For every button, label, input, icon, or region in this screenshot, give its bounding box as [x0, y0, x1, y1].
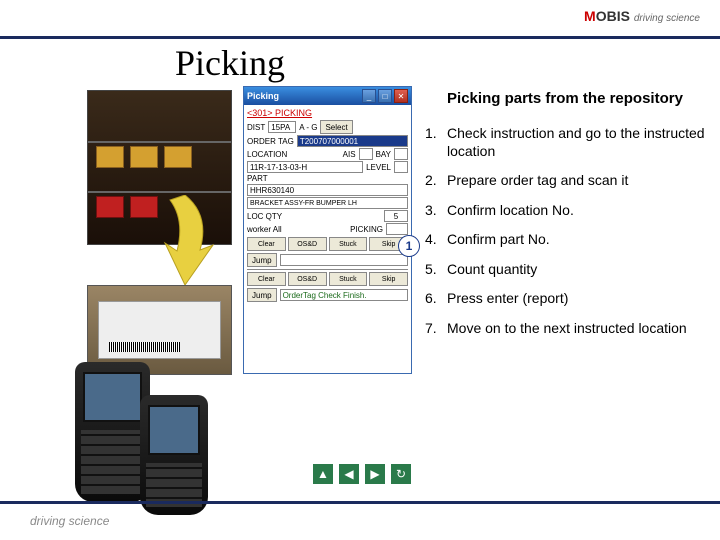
arrow-down-graphic [155, 195, 215, 285]
order-label: ORDER TAG [247, 137, 294, 146]
list-item: 7.Move on to the next instructed locatio… [425, 320, 705, 338]
reload-icon[interactable]: ↻ [391, 464, 411, 484]
list-item: 4.Confirm part No. [425, 231, 705, 249]
qty-label: LOC QTY [247, 212, 282, 221]
close-icon[interactable]: ✕ [394, 89, 408, 103]
part-name-field: BRACKET ASSY-FR BUMPER LH [247, 197, 408, 209]
dist-field[interactable]: 15PA [268, 121, 296, 133]
window-title: Picking [247, 91, 360, 101]
location-label: LOCATION [247, 150, 287, 159]
stuck-button-2[interactable]: Stuck [329, 272, 368, 286]
callout-bubble: 1 [398, 235, 420, 257]
qty-field[interactable]: 5 [384, 210, 408, 222]
list-item: 3.Confirm location No. [425, 202, 705, 220]
worker-label: worker All [247, 225, 282, 234]
dist-label: DIST [247, 123, 265, 132]
jump-button-2[interactable]: Jump [247, 288, 277, 302]
brand-logo: MMOBISOBIS driving science [584, 8, 700, 24]
maximize-icon[interactable]: □ [378, 89, 392, 103]
part-no-field[interactable]: HHR630140 [247, 184, 408, 196]
handheld-scanner-image [75, 362, 150, 502]
header-rule [0, 36, 720, 39]
jump-button[interactable]: Jump [247, 253, 277, 267]
part-label: PART [247, 174, 268, 183]
window-titlebar: Picking _ □ ✕ [244, 87, 411, 105]
select-button[interactable]: Select [320, 120, 352, 134]
osd-button[interactable]: OS&D [288, 237, 327, 251]
step-list: 1.Check instruction and go to the instru… [425, 125, 705, 337]
subtitle: Picking parts from the repository [425, 90, 705, 107]
footer-rule [0, 501, 720, 504]
picking-field[interactable] [386, 223, 408, 235]
ais-field[interactable] [359, 148, 373, 160]
osd-button-2[interactable]: OS&D [288, 272, 327, 286]
clear-button[interactable]: Clear [247, 237, 286, 251]
left-icon[interactable]: ◀ [339, 464, 359, 484]
list-item: 5.Count quantity [425, 261, 705, 279]
app-header: <301> PICKING [247, 107, 408, 119]
right-icon[interactable]: ▶ [365, 464, 385, 484]
location-field[interactable]: 11R-17-13-03-H [247, 161, 363, 173]
skip-button-2[interactable]: Skip [369, 272, 408, 286]
status-field: OrderTag Check Finish. [280, 289, 408, 301]
list-item: 2.Prepare order tag and scan it [425, 172, 705, 190]
order-tag-field[interactable]: T200707000001 [297, 135, 408, 147]
slide-nav: ▲ ◀ ▶ ↻ [313, 464, 411, 484]
range-label: A - G [299, 123, 317, 132]
handheld-scanner-image-2 [140, 395, 208, 515]
up-icon[interactable]: ▲ [313, 464, 333, 484]
footer-text: driving science [30, 514, 109, 528]
list-item: 6.Press enter (report) [425, 290, 705, 308]
bay-field[interactable] [394, 148, 408, 160]
page-title: Picking [175, 42, 285, 84]
stuck-button[interactable]: Stuck [329, 237, 368, 251]
minimize-icon[interactable]: _ [362, 89, 376, 103]
picking-app-window: Picking _ □ ✕ <301> PICKING DIST 15PA A … [243, 86, 412, 374]
list-item: 1.Check instruction and go to the instru… [425, 125, 705, 160]
clear-button-2[interactable]: Clear [247, 272, 286, 286]
level-field[interactable] [394, 161, 408, 173]
